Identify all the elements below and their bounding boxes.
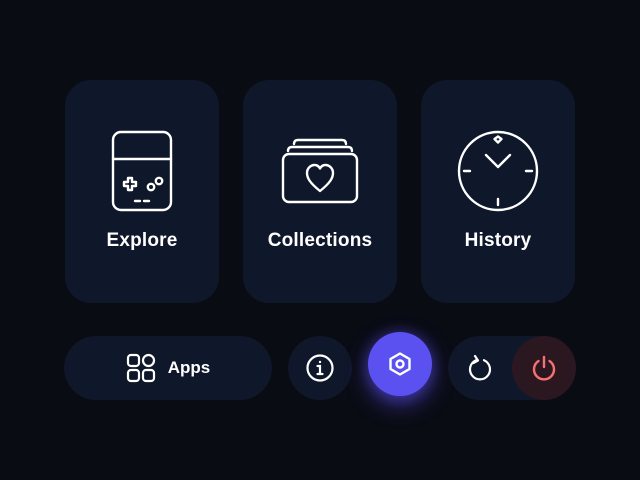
power-button[interactable] [512, 336, 576, 400]
launcher-screen: Explore Collections History Apps [0, 0, 640, 480]
restart-icon [465, 353, 495, 383]
collections-tile[interactable]: Collections [243, 80, 397, 303]
handheld-console-icon [65, 130, 219, 212]
clock-icon [421, 130, 575, 212]
hexagon-icon [387, 351, 413, 377]
info-button[interactable] [288, 336, 352, 400]
history-label: History [464, 230, 532, 251]
power-icon [530, 354, 558, 382]
restart-button[interactable] [448, 336, 512, 400]
explore-label: Explore [106, 230, 178, 251]
heart-folder-icon [243, 130, 397, 212]
apps-label: Apps [167, 358, 211, 377]
explore-tile[interactable]: Explore [65, 80, 219, 303]
apps-button[interactable]: Apps [64, 336, 272, 400]
info-icon [305, 353, 335, 383]
history-tile[interactable]: History [421, 80, 575, 303]
collections-label: Collections [267, 230, 373, 251]
home-button[interactable] [368, 332, 432, 396]
power-controls [448, 336, 576, 400]
apps-grid-icon [126, 353, 156, 383]
